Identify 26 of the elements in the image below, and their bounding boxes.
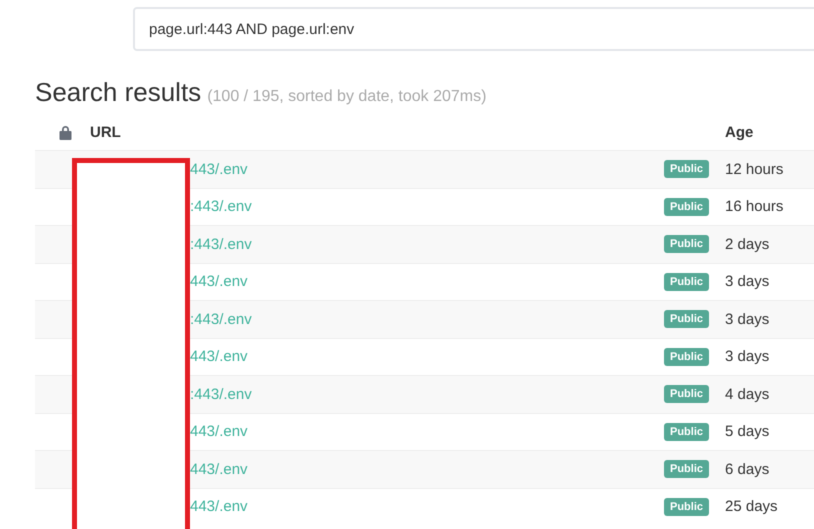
visibility-tag: Public xyxy=(664,498,710,516)
visibility-tag: Public xyxy=(664,385,710,404)
column-header[interactable]: Age xyxy=(725,124,754,140)
age-text: 3 days xyxy=(725,310,770,328)
age-text: 12 hours xyxy=(725,160,784,178)
visibility-tag: Public xyxy=(664,460,710,478)
age-text: 25 days xyxy=(725,498,778,516)
column-header[interactable]: URL xyxy=(90,124,121,140)
age-text: 16 hours xyxy=(725,198,784,216)
search-field[interactable]: page.url:443 AND page.url:env xyxy=(133,7,814,51)
age-text: 3 days xyxy=(725,273,770,290)
visibility-tag: Public xyxy=(664,198,710,216)
visibility-tag: Public xyxy=(664,272,710,291)
age-text: 5 days xyxy=(725,423,770,440)
visibility-tag: Public xyxy=(664,235,710,254)
age-text: 4 days xyxy=(725,386,770,403)
visibility-tag: Public xyxy=(664,160,710,178)
age-text: 3 days xyxy=(725,348,770,366)
age-text: 2 days xyxy=(725,236,770,253)
results-summary: (100 / 195, sorted by date, took 207ms) xyxy=(207,88,486,106)
lock-icon xyxy=(59,124,72,140)
age-text: 6 days xyxy=(725,460,770,478)
visibility-tag: Public xyxy=(664,310,710,328)
visibility-tag: Public xyxy=(664,422,710,441)
results-title: Search results xyxy=(35,77,202,108)
visibility-tag: Public xyxy=(664,348,710,366)
